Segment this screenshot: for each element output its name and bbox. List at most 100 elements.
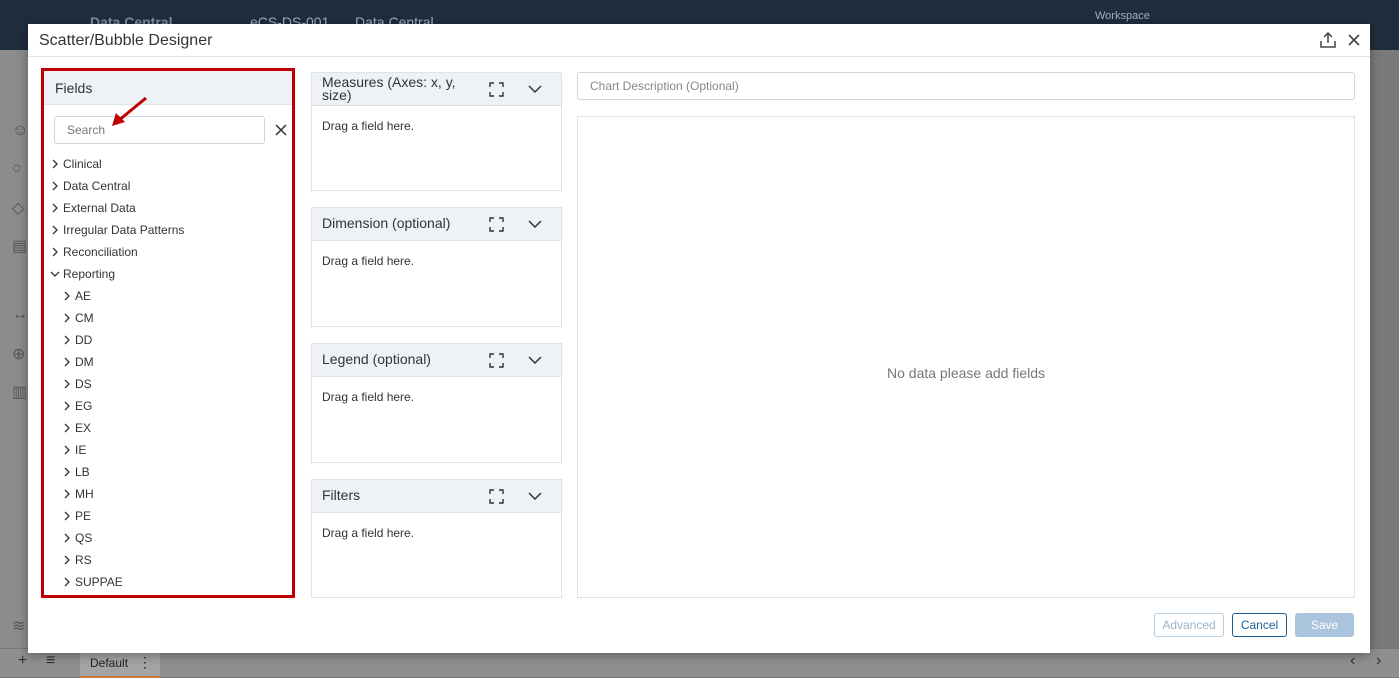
tree-node-label: DS xyxy=(75,377,92,391)
tree-node-eg[interactable]: EG xyxy=(44,395,292,417)
chevron-right-icon xyxy=(64,335,70,345)
drop-hint: Drag a field here. xyxy=(322,119,415,133)
tree-node-rs[interactable]: RS xyxy=(44,549,292,571)
menu-icon: ≡ xyxy=(46,652,56,669)
next-icon: › xyxy=(1376,652,1382,669)
tree-node-label: IE xyxy=(75,443,87,457)
filters-panel[interactable]: Filters Drag a field here. xyxy=(311,479,562,598)
users-icon: ☺ xyxy=(12,122,29,139)
chevron-right-icon xyxy=(64,291,70,301)
tree-node-dm[interactable]: DM xyxy=(44,351,292,373)
tree-node-data-central[interactable]: Data Central xyxy=(44,175,292,197)
dimension-panel[interactable]: Dimension (optional) Drag a field here. xyxy=(311,207,562,327)
chevron-right-icon xyxy=(64,423,70,433)
chevron-down-icon xyxy=(50,271,60,277)
tree-node-reporting[interactable]: Reporting xyxy=(44,263,292,285)
expand-icon[interactable] xyxy=(489,82,504,97)
database-icon: ≋ xyxy=(12,618,26,635)
panel-header: Legend (optional) xyxy=(312,344,561,377)
tree-node-ds[interactable]: DS xyxy=(44,373,292,395)
chevron-right-icon xyxy=(52,159,58,169)
fields-search-input[interactable] xyxy=(54,116,265,144)
tree-node-dd[interactable]: DD xyxy=(44,329,292,351)
tree-node-label: Reporting xyxy=(63,267,116,281)
prev-icon: ‹ xyxy=(1350,652,1356,669)
tree-node-label: Data Central xyxy=(63,179,131,193)
tree-node-label: DD xyxy=(75,333,93,347)
legend-panel[interactable]: Legend (optional) Drag a field here. xyxy=(311,343,562,463)
drop-hint: Drag a field here. xyxy=(322,526,415,540)
tree-node-ie[interactable]: IE xyxy=(44,439,292,461)
tree-node-label: QS xyxy=(75,531,93,545)
chevron-right-icon xyxy=(52,181,58,191)
tree-node-mh[interactable]: MH xyxy=(44,483,292,505)
chevron-right-icon xyxy=(64,577,70,587)
chart-description-input[interactable] xyxy=(577,72,1355,100)
fields-title: Fields xyxy=(44,71,292,105)
bottom-tab-label: Default xyxy=(90,656,129,670)
panel-header: Measures (Axes: x, y, size) xyxy=(312,73,561,106)
chart-preview-area: No data please add fields xyxy=(577,116,1355,598)
chevron-down-icon[interactable] xyxy=(528,84,542,94)
tree-node-external-data[interactable]: External Data xyxy=(44,197,292,219)
chevron-right-icon xyxy=(64,511,70,521)
tree-node-ex[interactable]: EX xyxy=(44,417,292,439)
save-button[interactable]: Save xyxy=(1295,613,1354,637)
tree-node-irregular-data-patterns[interactable]: Irregular Data Patterns xyxy=(44,219,292,241)
chevron-down-icon[interactable] xyxy=(528,491,542,501)
chevron-right-icon xyxy=(64,489,70,499)
tree-node-qs[interactable]: QS xyxy=(44,527,292,549)
clear-search-icon[interactable] xyxy=(274,123,288,137)
empty-chart-message: No data please add fields xyxy=(887,365,1045,381)
scatter-bubble-designer-dialog: Scatter/Bubble Designer Fields Clinical xyxy=(28,24,1370,653)
dialog-header: Scatter/Bubble Designer xyxy=(28,24,1370,57)
fields-panel: Fields Clinical Data Central External Da… xyxy=(41,68,295,598)
tree-node-label: RS xyxy=(75,553,92,567)
panel-title: Measures (Axes: x, y, size) xyxy=(322,74,456,103)
tree-node-label: Irregular Data Patterns xyxy=(63,223,185,237)
expand-icon[interactable] xyxy=(489,489,504,504)
tree-node-clinical[interactable]: Clinical xyxy=(44,153,292,175)
chart-icon: ▥ xyxy=(12,384,28,401)
tree-node-suppae[interactable]: SUPPAE xyxy=(44,571,292,593)
advanced-button[interactable]: Advanced xyxy=(1154,613,1224,637)
expand-icon[interactable] xyxy=(489,353,504,368)
tree-node-pe[interactable]: PE xyxy=(44,505,292,527)
dialog-title: Scatter/Bubble Designer xyxy=(39,32,213,49)
panel-title: Legend (optional) xyxy=(322,351,431,367)
tree-node-label: LB xyxy=(75,465,90,479)
cancel-button[interactable]: Cancel xyxy=(1232,613,1287,637)
panel-header: Dimension (optional) xyxy=(312,208,561,241)
chevron-right-icon xyxy=(64,379,70,389)
export-icon[interactable] xyxy=(1318,30,1338,50)
chevron-right-icon xyxy=(64,357,70,367)
chevron-right-icon xyxy=(52,203,58,213)
expand-icon[interactable] xyxy=(489,217,504,232)
chevron-right-icon xyxy=(64,313,70,323)
chevron-down-icon[interactable] xyxy=(528,355,542,365)
drop-hint: Drag a field here. xyxy=(322,254,415,268)
chevron-right-icon xyxy=(64,445,70,455)
tree-node-label: EX xyxy=(75,421,92,435)
drop-hint: Drag a field here. xyxy=(322,390,415,404)
tree-node-cm[interactable]: CM xyxy=(44,307,292,329)
workspace-selector: Workspace xyxy=(1095,10,1150,22)
tree-node-label: Clinical xyxy=(63,157,102,171)
tree-node-lb[interactable]: LB xyxy=(44,461,292,483)
chevron-right-icon xyxy=(64,555,70,565)
annotation-arrow-icon xyxy=(112,96,147,126)
close-icon[interactable] xyxy=(1344,30,1364,50)
fields-tree: Clinical Data Central External Data Irre… xyxy=(44,153,292,593)
more-icon: ⋮ xyxy=(138,654,152,670)
panel-title: Filters xyxy=(322,487,361,503)
chevron-right-icon xyxy=(64,401,70,411)
tree-node-ae[interactable]: AE xyxy=(44,285,292,307)
tree-node-reconciliation[interactable]: Reconciliation xyxy=(44,241,292,263)
measures-panel[interactable]: Measures (Axes: x, y, size) Drag a field… xyxy=(311,72,562,191)
clipboard-icon: ▤ xyxy=(12,238,28,255)
chevron-down-icon[interactable] xyxy=(528,219,542,229)
target-icon: ⊕ xyxy=(12,346,26,363)
chevron-right-icon xyxy=(64,533,70,543)
chevron-right-icon xyxy=(52,225,58,235)
tree-node-label: CM xyxy=(75,311,94,325)
